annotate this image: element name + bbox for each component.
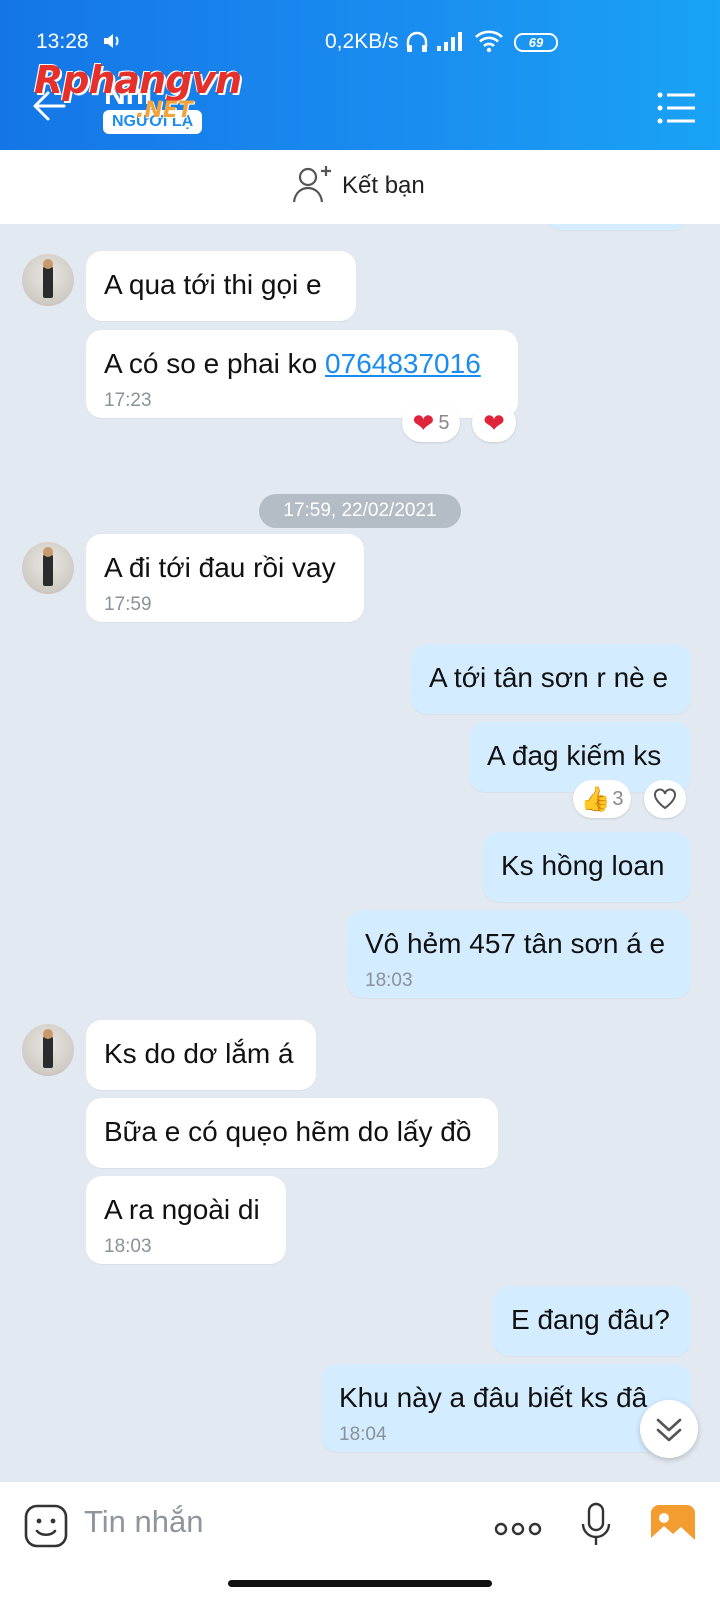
heart-icon: ❤	[483, 408, 505, 438]
signal-icon	[436, 31, 464, 56]
sticker-icon[interactable]	[24, 1504, 68, 1553]
headphone-icon	[405, 31, 429, 58]
message-bubble-incoming[interactable]: Ks do dơ lắm á	[86, 1020, 316, 1090]
message-text: Ks do dơ lắm á	[104, 1038, 294, 1069]
message-text: Ks hồng loan	[501, 850, 665, 881]
home-indicator[interactable]	[228, 1580, 492, 1587]
message-input[interactable]: Tin nhắn	[84, 1504, 204, 1540]
date-divider: 17:59, 22/02/2021	[259, 494, 461, 528]
message-text: A đag kiếm ks	[487, 740, 662, 771]
message-bubble-partial	[546, 224, 688, 230]
composer-bar: Tin nhắn	[0, 1482, 720, 1568]
microphone-icon[interactable]	[580, 1502, 612, 1553]
message-bubble-outgoing[interactable]: E đang đâu?	[493, 1286, 691, 1356]
react-button[interactable]: ❤	[472, 404, 516, 442]
network-speed: 0,2KB/s	[325, 30, 399, 53]
message-text: A đi tới đau rồi vay	[104, 552, 336, 583]
phone-link[interactable]: 0764837016	[325, 348, 481, 379]
menu-list-icon[interactable]	[656, 90, 696, 126]
message-text: A có so e phai ko	[104, 348, 326, 379]
avatar[interactable]	[22, 1024, 74, 1076]
add-friend-label: Kết bạn	[342, 172, 425, 199]
message-time: 18:04	[339, 1424, 387, 1445]
thumbs-up-reaction-icon: 👍	[580, 785, 611, 813]
message-text: Vô hẻm 457 tân sơn á e	[365, 928, 666, 959]
chat-header: 13:28 0,2KB/s 69 Nhi NGƯỜI LẠ Rphangvn .…	[0, 0, 720, 150]
reaction-summary[interactable]: ❤ 5	[402, 404, 460, 442]
heart-outline-icon	[654, 788, 676, 810]
photo-picker-icon[interactable]	[650, 1504, 696, 1553]
message-bubble-incoming[interactable]: A qua tới thi gọi e	[86, 251, 356, 321]
reaction-summary[interactable]: 👍 3	[573, 780, 631, 818]
message-bubble-incoming[interactable]: A đi tới đau rồi vay 17:59	[86, 534, 364, 622]
reaction-count: 3	[612, 787, 624, 810]
avatar[interactable]	[22, 254, 74, 306]
heart-reaction-icon: ❤	[412, 408, 435, 438]
message-text: A qua tới thi gọi e	[104, 269, 322, 300]
message-bubble-incoming[interactable]: A có so e phai ko 0764837016 17:23	[86, 330, 518, 418]
message-bubble-outgoing[interactable]: Khu này a đâu biết ks đâ 18:04	[321, 1364, 691, 1452]
message-text: Bữa e có quẹo hẽm do lấy đồ	[104, 1116, 472, 1147]
status-time: 13:28	[36, 30, 89, 53]
message-bubble-outgoing[interactable]: A tới tân sơn r nè e	[411, 644, 691, 714]
avatar[interactable]	[22, 542, 74, 594]
reaction-count: 5	[438, 411, 450, 434]
message-time: 18:03	[104, 1236, 152, 1257]
message-text: E đang đâu?	[511, 1304, 670, 1335]
message-text: A tới tân sơn r nè e	[429, 662, 669, 693]
speaker-icon	[102, 31, 124, 56]
message-bubble-incoming[interactable]: Bữa e có quẹo hẽm do lấy đồ	[86, 1098, 498, 1168]
message-time: 17:59	[104, 594, 152, 615]
system-nav-bar	[0, 1568, 720, 1600]
battery-indicator: 69	[514, 33, 558, 52]
message-bubble-incoming[interactable]: A ra ngoài di 18:03	[86, 1176, 286, 1264]
message-bubble-outgoing[interactable]: Vô hẻm 457 tân sơn á e 18:03	[347, 910, 691, 998]
message-list[interactable]: A qua tới thi gọi e A có so e phai ko 07…	[0, 224, 720, 1482]
message-text: A ra ngoài di	[104, 1194, 260, 1225]
react-button[interactable]	[644, 780, 686, 818]
message-bubble-outgoing[interactable]: Ks hồng loan	[483, 832, 691, 902]
add-friend-icon	[292, 164, 336, 211]
wifi-icon	[474, 29, 504, 58]
more-options-icon[interactable]	[494, 1522, 542, 1541]
double-chevron-down-icon	[656, 1418, 682, 1442]
scroll-to-bottom-button[interactable]	[640, 1400, 698, 1458]
message-text: Khu này a đâu biết ks đâ	[339, 1382, 648, 1413]
add-friend-bar[interactable]: Kết bạn	[0, 150, 720, 224]
watermark-logo-suffix: .NET	[136, 98, 193, 123]
watermark-logo: Rphangvn	[34, 58, 242, 102]
message-time: 18:03	[365, 970, 413, 991]
